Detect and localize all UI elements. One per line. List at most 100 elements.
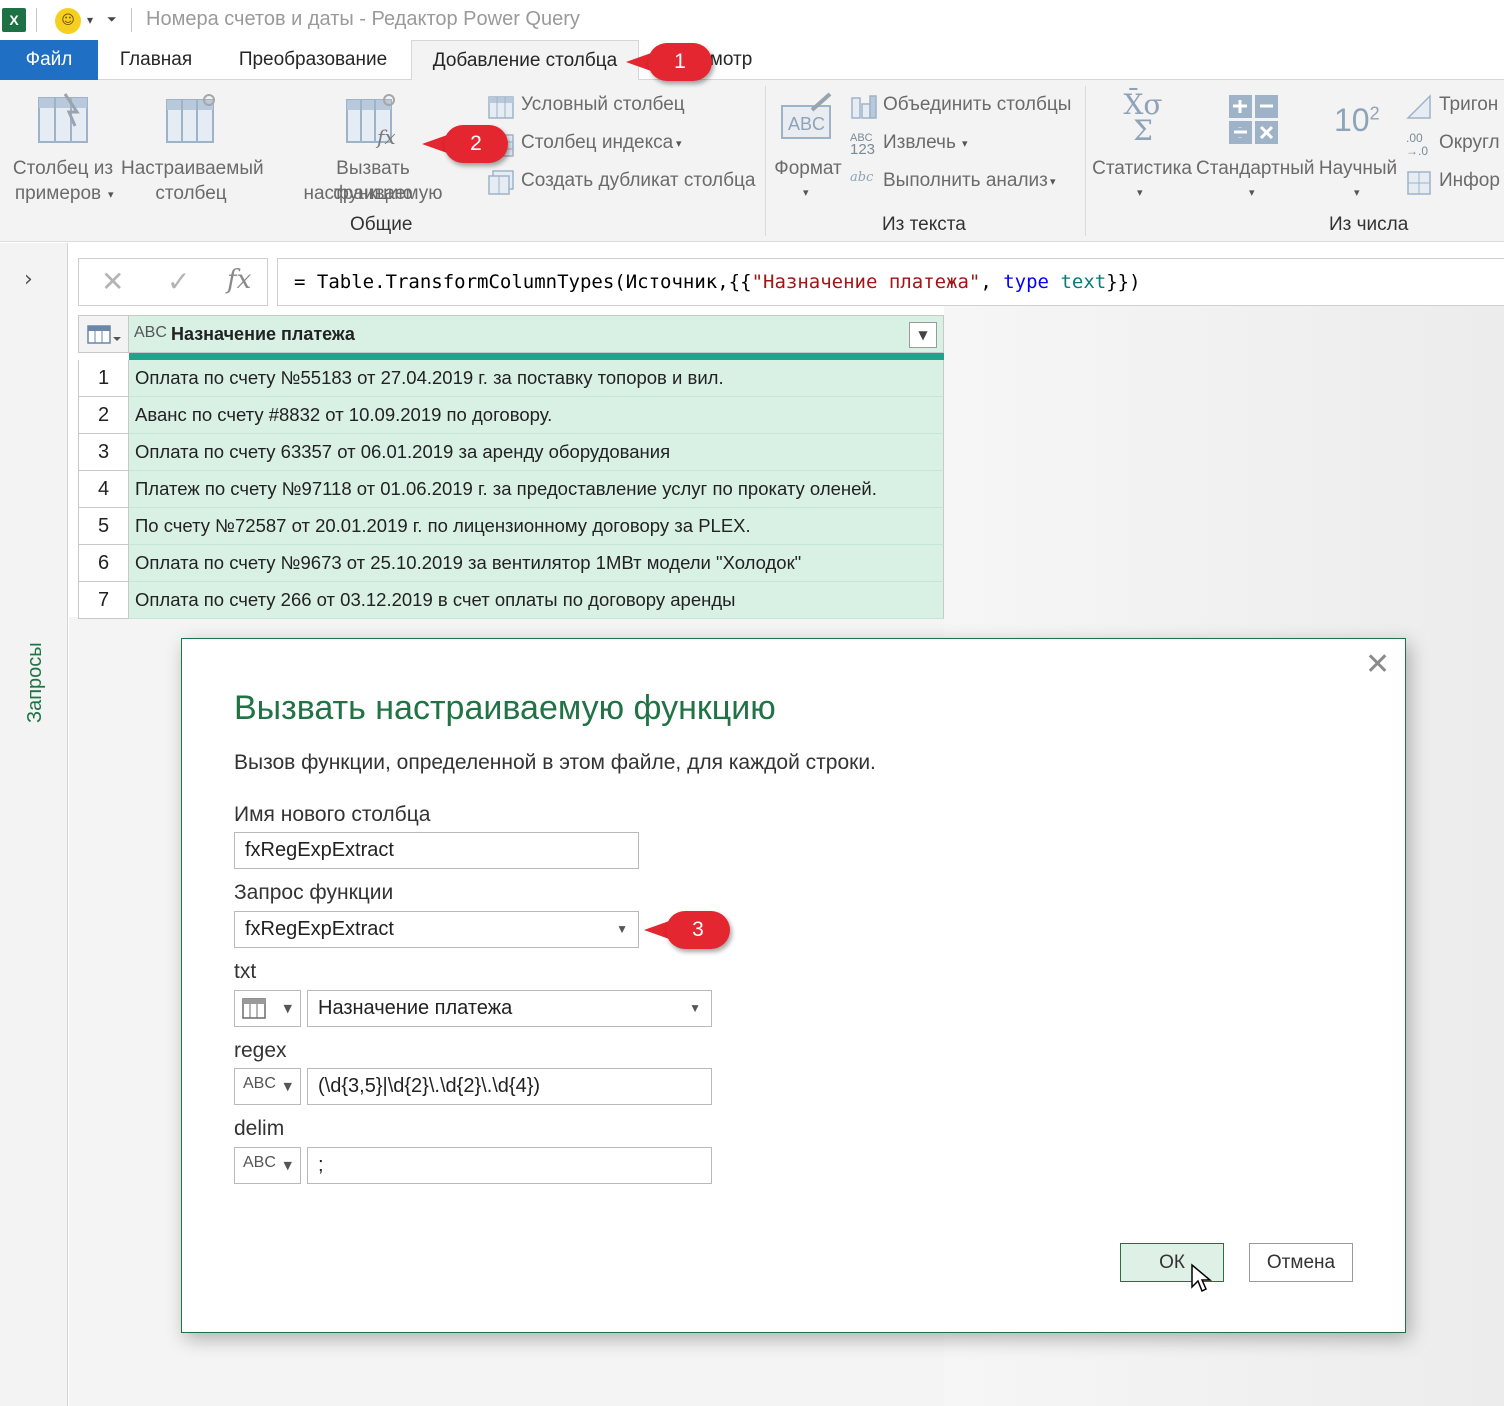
information-button[interactable]: Инфор bbox=[1406, 170, 1504, 196]
formula-input[interactable]: = Table.TransformColumnTypes(Источник,{{… bbox=[277, 258, 1504, 306]
conditional-column-icon bbox=[488, 96, 514, 119]
duplicate-column-button[interactable]: Создать дубликат столбца bbox=[488, 170, 758, 196]
rounding-button[interactable]: .00 →.0 Округл bbox=[1406, 132, 1504, 162]
merge-columns-button[interactable]: Объединить столбцы bbox=[850, 94, 1080, 120]
column-icon bbox=[242, 998, 266, 1019]
tab-transform[interactable]: Преобразование bbox=[222, 40, 404, 80]
svg-text:fx: fx bbox=[375, 125, 396, 149]
quick-access-customize-icon[interactable]: ⏷ bbox=[107, 12, 117, 27]
table-cell[interactable]: Оплата по счету №55183 от 27.04.2019 г. … bbox=[129, 360, 944, 397]
excel-icon[interactable]: X bbox=[2, 8, 26, 32]
cancel-button[interactable]: Отмена bbox=[1249, 1243, 1353, 1282]
row-number[interactable]: 2 bbox=[78, 397, 129, 434]
row-number[interactable]: 6 bbox=[78, 545, 129, 582]
conditional-column-label: Условный столбец bbox=[521, 94, 685, 115]
regex-type-selector[interactable]: ABC ▼ bbox=[234, 1068, 301, 1105]
tab-home[interactable]: Главная bbox=[104, 40, 208, 80]
data-grid: ABC Назначение платежа ▼ 1 Оплата по счет… bbox=[78, 315, 944, 619]
function-query-select[interactable]: fxRegExpExtract ▼ bbox=[234, 911, 639, 948]
group-label-from-text: Из текста bbox=[882, 214, 966, 235]
standard-label: Стандартный bbox=[1196, 158, 1315, 179]
table-cell[interactable]: Платеж по счету №97118 от 01.06.2019 г. … bbox=[129, 471, 944, 508]
chevron-right-icon[interactable]: › bbox=[24, 267, 33, 292]
delim-type-selector[interactable]: ABC ▼ bbox=[234, 1147, 301, 1184]
delim-param-label: delim bbox=[234, 1117, 285, 1140]
scientific-icon: 102 bbox=[1334, 102, 1380, 138]
table-cell[interactable]: Оплата по счету №9673 от 25.10.2019 за в… bbox=[129, 545, 944, 582]
index-column-button[interactable]: Столбец индекса ▾ bbox=[488, 132, 758, 158]
custom-column-label-2: столбец bbox=[155, 183, 227, 204]
row-number[interactable]: 4 bbox=[78, 471, 129, 508]
trigonometry-label: Тригон bbox=[1439, 94, 1499, 115]
scientific-button[interactable]: 102 Научный ▾ bbox=[1316, 92, 1400, 202]
custom-column-button[interactable]: Настраиваемый столбец bbox=[121, 92, 264, 212]
table-cell[interactable]: Оплата по счету 266 от 03.12.2019 в счет… bbox=[129, 582, 944, 619]
column-from-examples-label-2: примеров bbox=[14, 183, 102, 204]
conditional-column-button[interactable]: Условный столбец bbox=[488, 94, 758, 120]
column-from-examples-button[interactable]: Столбец из примеров ▾ bbox=[8, 92, 118, 212]
chevron-down-icon: ▾ bbox=[1249, 186, 1255, 199]
row-number[interactable]: 7 bbox=[78, 582, 129, 619]
chevron-down-icon: ▾ bbox=[1354, 186, 1360, 199]
row-number[interactable]: 3 bbox=[78, 434, 129, 471]
invoke-function-dialog: ✕ Вызвать настраиваемую функцию Вызов фу… bbox=[181, 638, 1406, 1333]
chevron-down-icon: ▾ bbox=[962, 137, 968, 150]
new-column-name-input[interactable]: fxRegExpExtract bbox=[234, 832, 639, 869]
txt-column-select[interactable]: Назначение платежа ▼ bbox=[307, 990, 712, 1027]
column-filter-dropdown[interactable]: ▼ bbox=[909, 322, 937, 348]
chevron-down-icon: ▼ bbox=[283, 1002, 292, 1015]
txt-param-label: txt bbox=[234, 960, 257, 983]
function-query-value: fxRegExpExtract bbox=[245, 918, 394, 940]
group-label-from-number: Из числа bbox=[1329, 214, 1409, 235]
queries-pane: › Запросы bbox=[0, 243, 68, 1406]
extract-label: Извлечь bbox=[883, 132, 956, 153]
trigonometry-button[interactable]: Тригон bbox=[1406, 94, 1504, 120]
parse-icon: abc bbox=[850, 170, 874, 185]
column-header[interactable]: ABC Назначение платежа ▼ bbox=[129, 315, 944, 353]
row-number[interactable]: 1 bbox=[78, 360, 129, 397]
callout-3: 3 bbox=[644, 911, 730, 949]
statistics-button[interactable]: X̄σ Σ Статистика ▾ bbox=[1092, 88, 1192, 202]
text-type-icon: ABC bbox=[243, 1154, 276, 1171]
tab-file[interactable]: Файл bbox=[0, 40, 98, 80]
function-query-label: Запрос функции bbox=[234, 881, 394, 904]
delim-input[interactable]: ; bbox=[307, 1147, 712, 1184]
merge-columns-icon bbox=[851, 95, 877, 119]
table-cell[interactable]: Оплата по счету 63357 от 06.01.2019 за а… bbox=[129, 434, 944, 471]
separator bbox=[36, 8, 37, 32]
format-button[interactable]: ABC Формат ▾ bbox=[772, 92, 844, 202]
scientific-label: Научный bbox=[1318, 158, 1398, 179]
regex-input[interactable]: (\d{3,5}|\d{2}\.\d{2}\.\d{4}) bbox=[307, 1068, 712, 1105]
fx-icon[interactable]: fx bbox=[227, 265, 251, 295]
table-cell[interactable]: По счету №72587 от 20.01.2019 г. по лице… bbox=[129, 508, 944, 545]
invoke-function-icon: fx bbox=[346, 94, 396, 149]
extract-button[interactable]: ABC 123 Извлечь ▾ bbox=[850, 132, 1080, 162]
statistics-label: Статистика bbox=[1092, 158, 1192, 179]
index-column-label: Столбец индекса bbox=[521, 132, 674, 153]
separator bbox=[765, 86, 766, 236]
row-number[interactable]: 5 bbox=[78, 508, 129, 545]
cancel-formula-icon[interactable]: ✕ bbox=[101, 265, 124, 298]
custom-column-label-1: Настраиваемый bbox=[121, 158, 264, 179]
table-menu-button[interactable] bbox=[78, 315, 129, 353]
table-cell[interactable]: Аванс по счету #8832 от 10.09.2019 по до… bbox=[129, 397, 944, 434]
parse-button[interactable]: abc Выполнить анализ ▾ bbox=[850, 170, 1080, 196]
text-type-icon: ABC bbox=[243, 1075, 276, 1092]
feedback-smiley-icon[interactable]: ☺ bbox=[55, 8, 81, 34]
text-type-icon[interactable]: ABC bbox=[134, 324, 167, 342]
queries-pane-label[interactable]: Запросы bbox=[24, 642, 47, 723]
close-icon[interactable]: ✕ bbox=[1365, 647, 1390, 682]
tab-add-column[interactable]: Добавление столбца bbox=[411, 40, 639, 81]
txt-type-selector[interactable]: ▼ bbox=[234, 990, 301, 1027]
chevron-down-icon[interactable]: ▾ bbox=[87, 13, 93, 27]
column-from-examples-label-1: Столбец из bbox=[12, 158, 114, 179]
information-label: Инфор bbox=[1439, 170, 1500, 191]
statistics-icon: X̄σ Σ bbox=[1123, 88, 1163, 147]
chevron-down-icon: ▼ bbox=[616, 922, 628, 936]
standard-button[interactable]: Стандартный ▾ bbox=[1196, 92, 1315, 202]
ribbon: Столбец из примеров ▾ Настраиваемый стол… bbox=[0, 80, 1504, 242]
title-bar: X ☺ ▾ ⏷ Номера счетов и даты - Редактор … bbox=[0, 0, 1504, 40]
group-label-general: Общие bbox=[350, 214, 413, 235]
callout-1: 1 bbox=[626, 43, 712, 81]
confirm-formula-icon[interactable]: ✓ bbox=[167, 265, 190, 298]
